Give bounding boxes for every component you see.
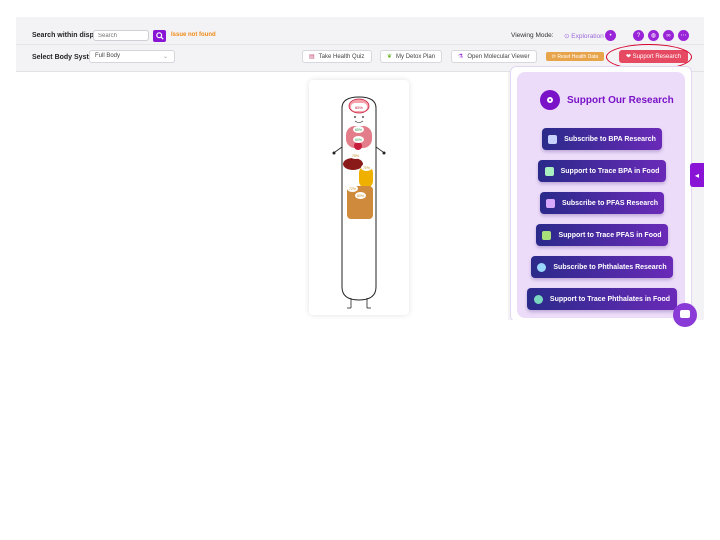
body-figure-card: 85% 65% 60% 75% 70% 72% 80% (309, 80, 409, 315)
subscribe-phthalates-label: Subscribe to Phthalates Research (553, 263, 667, 271)
pipette-icon (544, 166, 554, 176)
search-status: Issue not found (171, 32, 216, 38)
chat-icon (680, 310, 690, 318)
collapse-panel-tab[interactable]: ◂ (690, 163, 704, 187)
take-health-quiz-label: Take Health Quiz (318, 53, 365, 60)
detox-plan-label: My Detox Plan (396, 53, 436, 60)
trace-bpa-label: Support to Trace BPA in Food (560, 167, 660, 175)
more-icon[interactable]: ⋯ (678, 30, 689, 41)
subscribe-pfas-button[interactable]: Subscribe to PFAS Research (540, 192, 664, 214)
viewing-mode-label: Viewing Mode: (511, 32, 554, 39)
panel-title: Support Our Research (567, 95, 674, 106)
test-tube-icon (545, 198, 555, 208)
molecular-viewer-label: Open Molecular Viewer (467, 53, 530, 60)
figure-label-80: 80% (355, 192, 366, 199)
top-toolbar: Search within display Issue not found Vi… (16, 17, 704, 45)
display-canvas (16, 72, 508, 320)
subscribe-bpa-button[interactable]: Subscribe to BPA Research (542, 128, 662, 150)
molecule-icon: ⚗ (458, 54, 464, 60)
support-panel-body: Support Our Research Subscribe to BPA Re… (517, 72, 685, 318)
trace-bpa-button[interactable]: Support to Trace BPA in Food (538, 160, 666, 182)
body-system-select[interactable]: Full Body ⌄ (89, 50, 175, 63)
body-system-value: Full Body (95, 53, 121, 59)
quiz-icon: ▤ (309, 54, 315, 60)
detox-plan-button[interactable]: ❦ My Detox Plan (380, 50, 442, 63)
trace-phthalates-button[interactable]: Support to Trace Phthalates in Food (527, 288, 677, 310)
take-health-quiz-button[interactable]: ▤ Take Health Quiz (302, 50, 372, 63)
trace-pfas-label: Support to Trace PFAS in Food (558, 231, 662, 239)
app-window: Search within display Issue not found Vi… (16, 17, 704, 320)
globe-icon[interactable]: ◍ (648, 30, 659, 41)
chat-button[interactable] (673, 303, 697, 327)
chevron-left-icon: ◂ (694, 170, 699, 180)
subscribe-bpa-label: Subscribe to BPA Research (564, 135, 656, 143)
leaf-icon: ❦ (387, 54, 393, 60)
trace-phthalates-label: Support to Trace Phthalates in Food (549, 295, 671, 303)
molecular-viewer-button[interactable]: ⚗ Open Molecular Viewer (451, 50, 537, 63)
help-icon[interactable]: ? (633, 30, 644, 41)
figure-label-65: 65% (353, 126, 364, 133)
figure-label-70: 70% (361, 164, 372, 171)
mode-toggle-icon[interactable]: • (605, 30, 616, 41)
figure-label-85: 85% (351, 103, 367, 111)
search-input[interactable] (93, 30, 149, 41)
search-button[interactable] (153, 30, 166, 42)
viewing-mode-select[interactable]: ⊙ Exploration ⌄ (564, 32, 611, 40)
donate-icon (540, 90, 560, 110)
viewing-mode-value: Exploration (571, 33, 604, 40)
reset-health-data-button[interactable]: ⟳ Reset Health Data (546, 52, 604, 61)
figure-label-75: 75% (350, 152, 361, 159)
figure-label-72: 72% (347, 185, 358, 192)
figure-label-60: 60% (353, 136, 364, 143)
chevron-down-icon: ⌄ (162, 54, 168, 60)
reset-health-data-label: Reset Health Data (557, 53, 599, 60)
bubble-icon (537, 262, 547, 272)
support-research-panel: Support Our Research Subscribe to BPA Re… (510, 66, 692, 320)
subscribe-pfas-label: Subscribe to PFAS Research (561, 199, 659, 207)
trace-pfas-button[interactable]: Support to Trace PFAS in Food (536, 224, 668, 246)
flask-icon (548, 134, 558, 144)
plant-icon (542, 230, 552, 240)
link-icon[interactable]: ∞ (663, 30, 674, 41)
search-icon (155, 32, 164, 40)
food-icon (533, 294, 543, 304)
subscribe-phthalates-button[interactable]: Subscribe to Phthalates Research (531, 256, 673, 278)
